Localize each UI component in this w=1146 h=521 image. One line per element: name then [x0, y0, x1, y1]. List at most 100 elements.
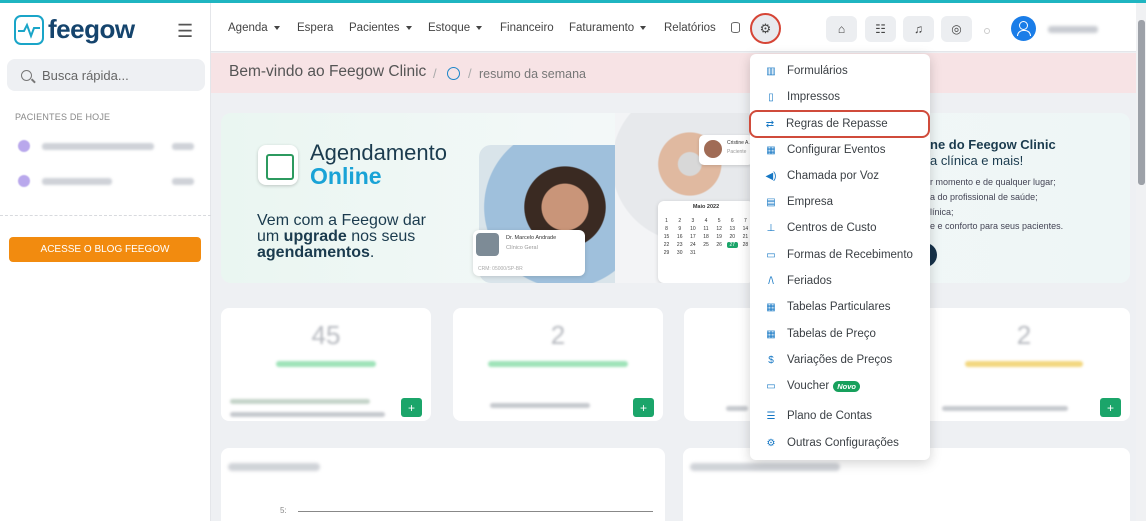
menu-item-outras-configuracoes[interactable]: ⚙ Outras Configurações — [750, 431, 930, 455]
chart-gridline — [298, 511, 653, 512]
menu-item-label: Plano de Contas — [787, 410, 873, 422]
menu-item-variacoes-de-precos[interactable]: $ Variações de Preços — [750, 348, 930, 372]
patient-item[interactable] — [18, 175, 194, 187]
menu-item-formas-de-recebimento[interactable]: ▭ Formas de Recebimento — [750, 243, 930, 267]
calendar-day: 17 — [690, 234, 696, 240]
chat-button[interactable]: ◎ — [941, 16, 972, 42]
banner-right-title: ne do Feegow Clinic — [930, 137, 1056, 152]
promo-banner[interactable]: Agendamento Online Vem com a Feegow dar … — [221, 113, 1130, 283]
road-icon: /\ — [768, 275, 774, 287]
nav-estoque[interactable]: Estoque — [428, 22, 483, 34]
notifications-button[interactable]: ♫ — [903, 16, 934, 42]
hamburger-menu-icon[interactable]: ☰ — [177, 21, 193, 42]
stat-value: 45 — [311, 320, 341, 350]
panel-title-redacted — [690, 463, 840, 471]
scrollbar-thumb[interactable] — [1138, 20, 1145, 185]
stat-value: 2 — [550, 320, 566, 350]
stat-footnote-redacted — [230, 412, 385, 417]
page-title: Bem-vindo ao Feegow Clinic — [229, 63, 427, 80]
building-icon: ▤ — [766, 196, 776, 208]
add-button[interactable]: + — [633, 398, 654, 417]
banner-title-online: Online — [310, 163, 382, 189]
blog-button[interactable]: ACESSE O BLOG FEEGOW — [9, 237, 201, 262]
status-dot — [984, 28, 990, 34]
calendar-day: 11 — [703, 226, 709, 232]
inbox-button[interactable]: ⌂ — [826, 16, 857, 42]
menu-item-regras-de-repasse[interactable]: ⇄ Regras de Repasse — [749, 110, 930, 138]
top-navigation: Agenda Espera Pacientes Estoque Financei… — [211, 3, 1146, 52]
logo[interactable]: feegow — [14, 14, 135, 45]
search-placeholder: Busca rápida... — [42, 67, 129, 83]
calendar-day: 27 — [726, 242, 738, 248]
tasks-button[interactable]: ☷ — [865, 16, 896, 42]
menu-item-tabelas-de-preco[interactable]: ▦ Tabelas de Preço — [750, 322, 930, 346]
calendar-day: 9 — [678, 226, 682, 232]
patients-today-title: PACIENTES DE HOJE — [15, 112, 111, 122]
nav-relatorios[interactable]: Relatórios — [664, 22, 716, 34]
menu-item-impressos[interactable]: ▯ Impressos — [750, 85, 930, 109]
calendar-day: 18 — [703, 234, 709, 240]
stat-label-redacted — [965, 361, 1083, 367]
menu-item-label: Tabelas Particulares — [787, 301, 891, 313]
add-button[interactable]: + — [401, 398, 422, 417]
doctor-card-photo — [476, 233, 499, 256]
calendar-day: 6 — [730, 218, 734, 224]
calendar-card: Maio 2022 1 2 3 4 5 6 7 8 9 10 11 12 13 14 15 16 17 18 19 2… — [658, 201, 754, 283]
calendar-grid: 1 2 3 4 5 6 7 8 9 10 11 12 13 14 15 16 17 18 19 20 21 22 23 24 2… — [661, 218, 751, 256]
menu-item-label: Voucher — [787, 380, 830, 392]
calendar-day: 23 — [676, 242, 683, 248]
menu-item-empresa[interactable]: ▤ Empresa — [750, 190, 930, 214]
sitemap-icon: ⊥ — [766, 222, 776, 234]
volume-icon: ◀) — [765, 170, 777, 182]
patient-name-redacted — [42, 177, 112, 185]
stat-card: 2 + — [918, 308, 1130, 421]
settings-gear-button[interactable]: ⚙ — [750, 13, 781, 44]
patient-card-name: Cristine A. — [727, 140, 750, 146]
menu-item-tabelas-particulares[interactable]: ▦ Tabelas Particulares — [750, 295, 930, 319]
caret-down-icon — [640, 25, 647, 30]
calendar-day: 1 — [665, 218, 668, 224]
calendar-day: 29 — [663, 250, 670, 256]
menu-item-chamada-por-voz[interactable]: ◀) Chamada por Voz — [750, 164, 930, 188]
calendar-day: 31 — [690, 250, 696, 256]
menu-item-label: Chamada por Voz — [787, 170, 880, 182]
user-avatar-icon[interactable] — [1011, 16, 1036, 41]
calendar-day: 8 — [665, 226, 668, 232]
doctor-card-name: Dr. Marcelo Andrade — [506, 235, 557, 241]
calendar-icon: ▦ — [766, 144, 776, 156]
nav-espera[interactable]: Espera — [297, 22, 333, 34]
file-icon: ▯ — [768, 91, 774, 103]
ticket-icon: ▭ — [766, 380, 776, 392]
nav-financeiro[interactable]: Financeiro — [500, 22, 554, 34]
add-button[interactable]: + — [1100, 398, 1121, 417]
stat-value: 2 — [1016, 320, 1032, 350]
inbox-icon: ⌂ — [837, 22, 846, 36]
nav-pacientes[interactable]: Pacientes — [349, 22, 412, 34]
table-icon: ▦ — [766, 301, 776, 313]
menu-item-feriados[interactable]: /\ Feriados — [750, 269, 930, 293]
database-icon[interactable] — [731, 22, 740, 33]
username-redacted[interactable] — [1048, 26, 1098, 33]
nav-agenda[interactable]: Agenda — [228, 22, 280, 34]
menu-item-label: Formulários — [787, 65, 848, 77]
patient-name-redacted — [42, 142, 154, 150]
menu-item-configurar-eventos[interactable]: ▦ Configurar Eventos — [750, 138, 930, 162]
nav-faturamento[interactable]: Faturamento — [569, 22, 647, 34]
calendar-day: 19 — [716, 234, 722, 240]
menu-item-voucher[interactable]: ▭ Voucher Novo — [750, 374, 930, 398]
caret-down-icon — [476, 25, 483, 30]
banner-right-line: e e conforto para seus pacientes. — [930, 221, 1064, 231]
menu-item-centros-de-custo[interactable]: ⊥ Centros de Custo — [750, 216, 930, 240]
search-input[interactable]: Busca rápida... — [7, 59, 205, 91]
menu-item-formularios[interactable]: ▥ Formulários — [750, 59, 930, 83]
menu-item-plano-de-contas[interactable]: ☰ Plano de Contas — [750, 404, 930, 428]
bell-icon: ♫ — [914, 22, 923, 36]
patient-card: Cristine A. Paciente — [699, 135, 753, 165]
list-icon: ☰ — [766, 410, 776, 422]
menu-item-label: Outras Configurações — [787, 437, 899, 449]
patient-item[interactable] — [18, 140, 194, 152]
calendar-day: 12 — [716, 226, 722, 232]
doctor-card: Dr. Marcelo Andrade Clínico Geral CRM: 0… — [473, 230, 585, 276]
caret-down-icon — [273, 25, 280, 30]
dollar-icon: $ — [768, 354, 774, 366]
